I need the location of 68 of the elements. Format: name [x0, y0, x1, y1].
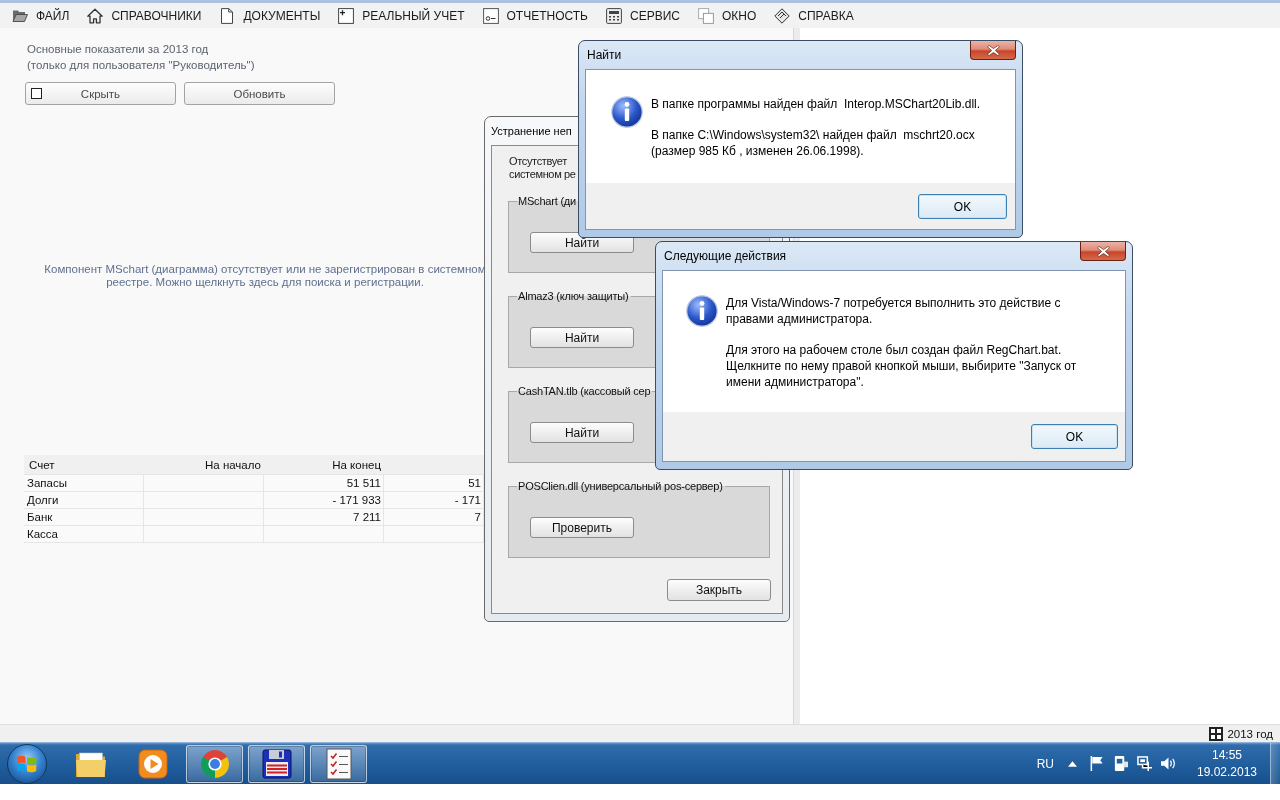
ok-button[interactable]: OK	[918, 194, 1007, 219]
table-cell: Касса	[24, 526, 144, 543]
panel-subtitle: (только для пользователя "Руководитель")	[27, 58, 255, 73]
play-icon	[136, 747, 169, 780]
group-action-button[interactable]: Найти	[530, 422, 634, 443]
hide-toggle-button[interactable]: Скрыть	[25, 82, 176, 105]
column-header: Счет	[28, 458, 56, 471]
flag-icon[interactable]	[1089, 756, 1104, 771]
window-title: Найти	[587, 48, 622, 62]
intro-text: Отсутствует системном ре	[508, 155, 577, 181]
menu-item[interactable]: СЕРВИС	[597, 4, 689, 27]
message-text: В папке программы найден файл Interop.MSChart20Lib.dll.	[651, 96, 981, 112]
window-title: Следующие действия	[664, 249, 787, 263]
panel-title: Основные показатели за 2013 год	[27, 42, 209, 57]
message-text: Для этого на рабочем столе был создан файл RegChart.bat. Щелкните по нему правой кнопкой мыши, выбирите "Запуск от имени администратора".	[726, 342, 1077, 390]
grid-icon	[1209, 726, 1224, 741]
start-button[interactable]	[7, 743, 47, 784]
menu-item[interactable]: ОТЧЕТНОСТЬ	[473, 4, 597, 27]
document-icon	[219, 7, 236, 24]
taskbar-button[interactable]	[186, 744, 243, 783]
info-icon	[611, 96, 643, 128]
language-indicator[interactable]: RU	[1032, 756, 1058, 771]
info-icon	[686, 295, 718, 327]
diamond-icon	[774, 7, 791, 24]
period-label: 2013 год	[1227, 727, 1273, 740]
group-title: Almaz3 (ключ защиты)	[517, 290, 630, 302]
page-plus-icon	[338, 7, 355, 24]
table-cell: Запасы	[24, 475, 144, 492]
menu-item[interactable]: СПРАВОЧНИКИ	[78, 4, 211, 27]
column-header: На начало	[204, 458, 262, 471]
column-header: На конец	[331, 458, 382, 471]
menu-item[interactable]: ОКНО	[688, 4, 766, 27]
table-cell: 51 511	[264, 475, 384, 492]
group-action-button[interactable]: Проверить	[530, 517, 634, 538]
caret-up-icon[interactable]	[1068, 760, 1077, 767]
window-close-button[interactable]	[1080, 242, 1126, 261]
group-title: MSchart (ди	[517, 195, 578, 207]
refresh-button[interactable]: Обновить	[184, 82, 335, 105]
taskbar-button[interactable]	[248, 744, 305, 783]
monitor-icon[interactable]	[1137, 756, 1152, 771]
group-action-button[interactable]: Найти	[530, 327, 634, 348]
menu-item[interactable]: ФАЙЛ	[3, 4, 79, 27]
table-cell: 7 211	[264, 509, 384, 526]
group-title: POSClien.dll (универсальный pos-сервер)	[517, 480, 724, 492]
clock[interactable]: 14:55 19.02.2013	[1193, 746, 1261, 781]
window-title: Устранение неп	[491, 125, 572, 137]
segmented-circle-icon	[198, 747, 231, 780]
calculator-icon	[606, 7, 622, 24]
close-icon	[986, 44, 1000, 56]
message-text: Для Vista/Windows-7 потребуется выполнить это действие с правами администратора.	[726, 295, 1062, 327]
overlapping-squares-icon	[697, 7, 714, 24]
house-icon	[87, 7, 104, 24]
table-cell: Долги	[24, 492, 144, 509]
taskbar-button[interactable]	[310, 744, 367, 783]
speaker-icon[interactable]	[1161, 756, 1176, 771]
device-icon[interactable]	[1113, 756, 1128, 771]
table-cell: - 171 933	[264, 492, 384, 509]
table-cell: Банк	[24, 509, 144, 526]
ok-button[interactable]: OK	[1031, 424, 1118, 449]
window-close-button[interactable]	[970, 41, 1016, 60]
menu-item[interactable]: СПРАВКА	[765, 4, 863, 27]
form-icon	[482, 7, 499, 24]
menu-item[interactable]: ДОКУМЕНТЫ	[210, 4, 330, 27]
show-desktop-button[interactable]	[1270, 743, 1280, 784]
menu-item[interactable]: РЕАЛЬНЫЙ УЧЕТ	[329, 4, 474, 27]
message-text: В папке C:\Windows\system32\ найден файл mschrt20.ocx (размер 985 Кб , изменен 26.06.1998).	[651, 127, 976, 159]
close-icon	[1096, 245, 1110, 257]
group-title: CashTAN.tlb (кассовый сер	[517, 385, 652, 397]
